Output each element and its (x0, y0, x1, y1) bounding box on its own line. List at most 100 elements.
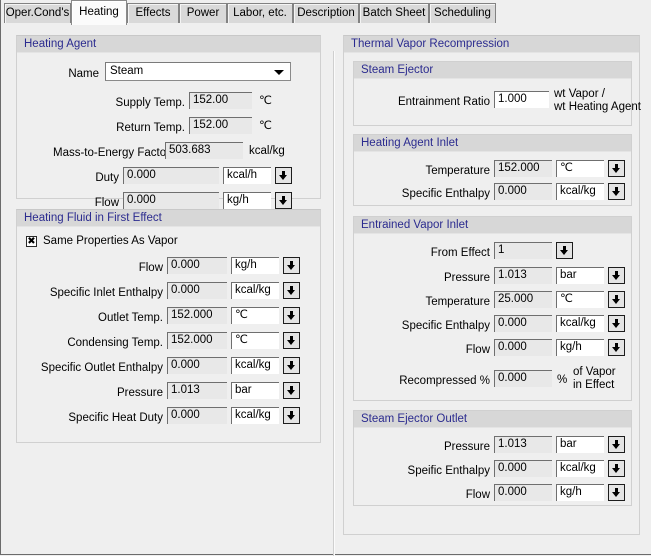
hai-temperature-unit[interactable]: ℃ (556, 160, 604, 177)
hai-specific-enthalpy-unit[interactable]: kcal/kg (556, 183, 604, 200)
steam-ejector-title: Steam Ejector (354, 62, 631, 79)
seo-specific-enthalpy-unit[interactable]: kcal/kg (556, 460, 604, 477)
tab-labor-etc[interactable]: Labor, etc. (227, 3, 293, 23)
condensing-temp-unit[interactable]: ℃ (231, 332, 279, 349)
seo-specific-enthalpy-label: Speific Enthalpy (407, 465, 490, 477)
agent-flow-unit-dropdown-button[interactable] (275, 192, 292, 209)
evi-pressure-unit[interactable]: bar (556, 267, 604, 284)
specific-heat-duty-unit[interactable]: kcal/kg (231, 407, 279, 424)
specific-inlet-enthalpy-label: Specific Inlet Enthalpy (49, 287, 163, 299)
supply-temp-unit: ℃ (259, 95, 272, 107)
agent-flow-unit[interactable]: kg/h (223, 192, 271, 209)
outlet-temp-unit[interactable]: ℃ (231, 307, 279, 324)
tab-power[interactable]: Power (179, 3, 227, 23)
specific-outlet-enthalpy-label: Specific Outlet Enthalpy (40, 362, 163, 374)
duty-unit-dropdown-button[interactable] (275, 167, 292, 184)
evi-flow-value: 0.000 (494, 339, 552, 356)
heating-agent-name-combo[interactable]: Steam (105, 62, 291, 81)
recompressed-pct-label: Recompressed % (399, 375, 490, 387)
duty-label: Duty (95, 172, 119, 184)
arrow-down-icon (612, 440, 621, 449)
chevron-down-icon[interactable] (274, 70, 284, 75)
fluid-flow-unit-dropdown-button[interactable] (283, 257, 300, 274)
name-label: Name (68, 68, 99, 80)
from-effect-value[interactable]: 1 (494, 242, 552, 259)
arrow-down-icon (287, 411, 296, 420)
entrainment-ratio-label: Entrainment Ratio (397, 96, 490, 108)
steam-ejector-outlet-group: Steam Ejector Outlet Pressure 1.013 bar … (353, 410, 632, 506)
tab-batch-sheet[interactable]: Batch Sheet (359, 3, 429, 23)
seo-flow-unit-dropdown-button[interactable] (608, 484, 625, 501)
outlet-temp-unit-dropdown-button[interactable] (283, 307, 300, 324)
supply-temp-label: Supply Temp. (115, 97, 185, 109)
hai-specific-enthalpy-unit-dropdown-button[interactable] (608, 183, 625, 200)
evi-temperature-unit-dropdown-button[interactable] (608, 291, 625, 308)
return-temp-unit: ℃ (259, 120, 272, 132)
arrow-down-icon (612, 464, 621, 473)
recompressed-pct-value: 0.000 (494, 370, 552, 387)
evi-specific-enthalpy-unit[interactable]: kcal/kg (556, 315, 604, 332)
arrow-down-icon (612, 164, 621, 173)
fluid-flow-value: 0.000 (167, 257, 227, 274)
hai-temperature-value: 152.000 (494, 160, 552, 177)
recompressed-pct-symbol: % (557, 374, 568, 386)
outlet-temp-value: 152.000 (167, 307, 227, 324)
specific-inlet-enthalpy-unit-dropdown-button[interactable] (283, 282, 300, 299)
column-divider-highlight (334, 51, 335, 556)
arrow-down-icon (612, 187, 621, 196)
seo-flow-unit[interactable]: kg/h (556, 484, 604, 501)
supply-temp-value: 152.00 (189, 92, 252, 109)
evi-specific-enthalpy-unit-dropdown-button[interactable] (608, 315, 625, 332)
tab-effects[interactable]: Effects (127, 3, 179, 23)
heating-panel: Heating Agent Name Steam Supply Temp. 15… (2, 25, 651, 556)
steam-ejector-group: Steam Ejector Entrainment Ratio 1.000 wt… (353, 61, 641, 126)
arrow-down-icon (287, 261, 296, 270)
hai-temperature-unit-dropdown-button[interactable] (608, 160, 625, 177)
evi-pressure-value: 1.013 (494, 267, 552, 284)
arrow-down-icon (612, 271, 621, 280)
thermal-vapor-recompression-group: Thermal Vapor Recompression Steam Ejecto… (343, 35, 641, 535)
seo-specific-enthalpy-unit-dropdown-button[interactable] (608, 460, 625, 477)
mass-to-energy-unit: kcal/kg (249, 145, 285, 157)
heating-agent-group: Heating Agent Name Steam Supply Temp. 15… (16, 35, 321, 209)
seo-flow-value: 0.000 (494, 484, 552, 501)
outlet-temp-label: Outlet Temp. (98, 312, 163, 324)
fluid-flow-unit[interactable]: kg/h (231, 257, 279, 274)
return-temp-label: Return Temp. (116, 122, 185, 134)
heating-agent-title: Heating Agent (17, 36, 320, 53)
evi-temperature-unit[interactable]: ℃ (556, 291, 604, 308)
arrow-down-icon (279, 171, 288, 180)
arrow-down-icon (287, 386, 296, 395)
seo-pressure-unit[interactable]: bar (556, 436, 604, 453)
heating-agent-inlet-group: Heating Agent Inlet Temperature 152.000 … (353, 134, 632, 206)
recompressed-unit-line2: in Effect (573, 379, 615, 391)
evi-specific-enthalpy-value: 0.000 (494, 315, 552, 332)
same-properties-checkbox[interactable] (26, 235, 37, 247)
tab-scheduling[interactable]: Scheduling (429, 3, 496, 23)
heating-fluid-title: Heating Fluid in First Effect (17, 210, 320, 227)
arrow-down-icon (612, 488, 621, 497)
entrainment-ratio-input[interactable]: 1.000 (494, 91, 549, 108)
from-effect-dropdown-button[interactable] (556, 242, 573, 259)
fluid-pressure-unit[interactable]: bar (231, 382, 279, 399)
specific-outlet-enthalpy-unit-dropdown-button[interactable] (283, 357, 300, 374)
same-properties-checkbox-row[interactable]: Same Properties As Vapor (26, 235, 178, 247)
arrow-down-icon (287, 311, 296, 320)
evi-flow-unit-dropdown-button[interactable] (608, 339, 625, 356)
specific-inlet-enthalpy-unit[interactable]: kcal/kg (231, 282, 279, 299)
mass-to-energy-label: Mass-to-Energy Factor (53, 147, 170, 159)
duty-unit[interactable]: kcal/h (223, 167, 271, 184)
heating-tab-window: Oper.Cond's Heating Effects Power Labor,… (0, 0, 651, 556)
specific-outlet-enthalpy-unit[interactable]: kcal/kg (231, 357, 279, 374)
tab-heating[interactable]: Heating (71, 0, 127, 25)
arrow-down-icon (287, 361, 296, 370)
condensing-temp-unit-dropdown-button[interactable] (283, 332, 300, 349)
seo-pressure-unit-dropdown-button[interactable] (608, 436, 625, 453)
fluid-pressure-unit-dropdown-button[interactable] (283, 382, 300, 399)
condensing-temp-value: 152.000 (167, 332, 227, 349)
tab-description[interactable]: Description (293, 3, 359, 23)
specific-heat-duty-unit-dropdown-button[interactable] (283, 407, 300, 424)
tab-oper-conds[interactable]: Oper.Cond's (4, 3, 71, 23)
evi-flow-unit[interactable]: kg/h (556, 339, 604, 356)
evi-pressure-unit-dropdown-button[interactable] (608, 267, 625, 284)
